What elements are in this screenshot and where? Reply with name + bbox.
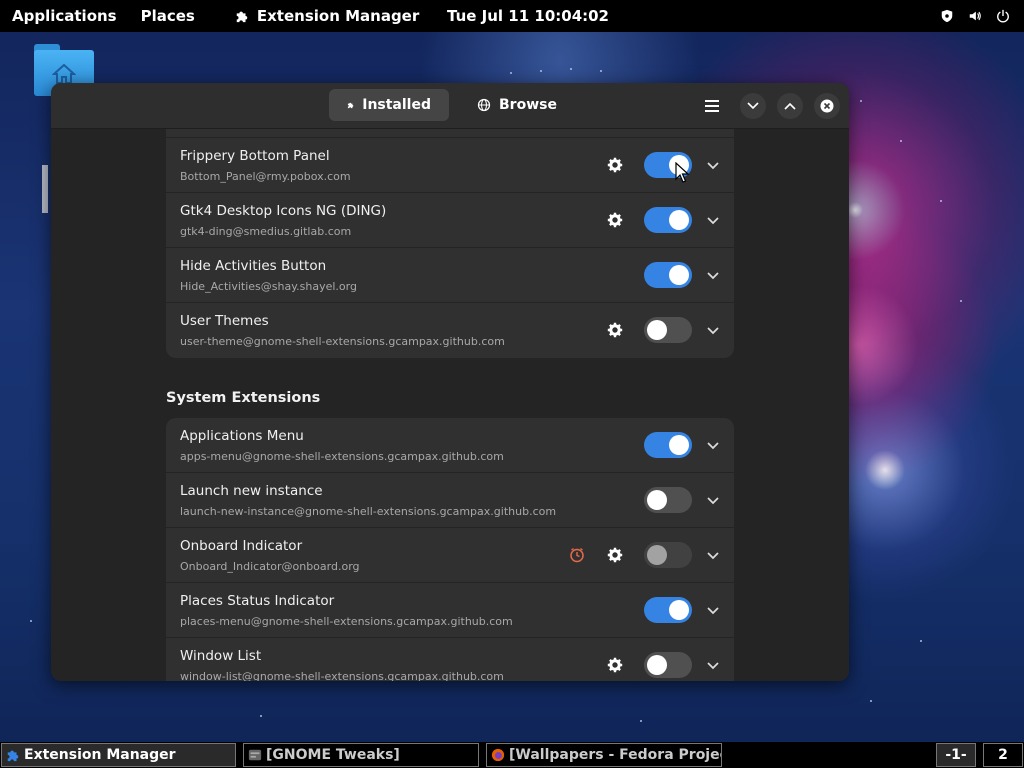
extension-row-ding[interactable]: Gtk4 Desktop Icons NG (DING) gtk4-ding@s… xyxy=(166,193,734,248)
extension-name: Launch new instance xyxy=(180,483,323,499)
app-menu-label: Extension Manager xyxy=(256,7,420,25)
chevron-down-icon[interactable] xyxy=(705,212,721,228)
minimize-button[interactable] xyxy=(740,93,766,119)
chevron-down-icon[interactable] xyxy=(705,437,721,453)
list-item xyxy=(166,129,734,138)
extension-uuid: launch-new-instance@gnome-shell-extensio… xyxy=(180,505,557,518)
task-label: [Wallpapers - Fedora Project ... xyxy=(509,747,721,763)
hamburger-menu-button[interactable] xyxy=(701,95,723,117)
extension-name: Gtk4 Desktop Icons NG (DING) xyxy=(180,203,387,219)
enable-toggle[interactable] xyxy=(644,597,692,623)
extension-uuid: Onboard_Indicator@onboard.org xyxy=(180,560,360,573)
task-label: [GNOME Tweaks] xyxy=(266,747,400,763)
extension-row-window-list[interactable]: Window List window-list@gnome-shell-exte… xyxy=(166,638,734,681)
extension-row-launch-new-instance[interactable]: Launch new instance launch-new-instance@… xyxy=(166,473,734,528)
globe-icon xyxy=(477,98,491,112)
task-firefox-wallpapers[interactable]: [Wallpapers - Fedora Project ... xyxy=(486,743,722,767)
extension-name: Onboard Indicator xyxy=(180,538,303,554)
extension-manager-window: Installed Browse Frippery Bottom Panel B… xyxy=(51,83,849,681)
user-extensions-list: Frippery Bottom Panel Bottom_Panel@rmy.p… xyxy=(166,129,734,358)
chevron-down-icon[interactable] xyxy=(705,547,721,563)
extension-uuid: apps-menu@gnome-shell-extensions.gcampax… xyxy=(180,450,504,463)
task-gnome-tweaks[interactable]: [GNOME Tweaks] xyxy=(243,743,479,767)
chevron-down-icon[interactable] xyxy=(705,157,721,173)
enable-toggle[interactable] xyxy=(644,262,692,288)
extension-row-onboard-indicator[interactable]: Onboard Indicator Onboard_Indicator@onbo… xyxy=(166,528,734,583)
gear-icon[interactable] xyxy=(607,212,623,228)
close-icon xyxy=(820,99,834,113)
extension-uuid: user-theme@gnome-shell-extensions.gcampa… xyxy=(180,335,505,348)
app-menu[interactable]: Extension Manager xyxy=(207,7,431,25)
extension-uuid: places-menu@gnome-shell-extensions.gcamp… xyxy=(180,615,513,628)
firefox-icon xyxy=(491,748,505,762)
extension-uuid: Hide_Activities@shay.shayel.org xyxy=(180,280,357,293)
desktop-item-icon[interactable] xyxy=(42,165,48,213)
chevron-up-icon xyxy=(784,102,796,110)
extension-name: Places Status Indicator xyxy=(180,593,335,609)
tab-browse[interactable]: Browse xyxy=(459,89,579,121)
extension-uuid: gtk4-ding@smedius.gitlab.com xyxy=(180,225,352,238)
hamburger-icon xyxy=(705,100,719,112)
power-icon[interactable] xyxy=(996,9,1010,23)
extension-name: Frippery Bottom Panel xyxy=(180,148,330,164)
close-button[interactable] xyxy=(814,93,840,119)
shield-icon[interactable] xyxy=(940,9,954,23)
workspace-2[interactable]: 2 xyxy=(983,743,1023,767)
top-bar: Applications Places Extension Manager Tu… xyxy=(0,0,1024,32)
outdated-warning-icon[interactable] xyxy=(569,547,585,563)
maximize-button[interactable] xyxy=(777,93,803,119)
tab-installed[interactable]: Installed xyxy=(329,89,449,121)
chevron-down-icon[interactable] xyxy=(705,492,721,508)
extension-uuid: Bottom_Panel@rmy.pobox.com xyxy=(180,170,351,183)
mouse-cursor-icon xyxy=(675,162,689,183)
extension-name: Applications Menu xyxy=(180,428,304,444)
extension-name: User Themes xyxy=(180,313,269,329)
gear-icon[interactable] xyxy=(607,657,623,673)
system-tray xyxy=(940,0,1010,32)
gear-icon[interactable] xyxy=(607,157,623,173)
places-menu[interactable]: Places xyxy=(129,7,207,25)
tweaks-icon xyxy=(248,749,262,761)
workspace-1[interactable]: -1- xyxy=(936,743,976,767)
enable-toggle[interactable] xyxy=(644,207,692,233)
extension-uuid: window-list@gnome-shell-extensions.gcamp… xyxy=(180,670,504,681)
extension-row-user-themes[interactable]: User Themes user-theme@gnome-shell-exten… xyxy=(166,303,734,358)
clock[interactable]: Tue Jul 11 10:04:02 xyxy=(447,0,609,32)
puzzle-icon xyxy=(347,102,354,109)
enable-toggle[interactable] xyxy=(644,542,692,568)
gear-icon[interactable] xyxy=(607,547,623,563)
task-extension-manager[interactable]: Extension Manager xyxy=(1,743,236,767)
bottom-taskbar: Extension Manager [GNOME Tweaks] [Wallpa… xyxy=(0,742,1024,768)
extension-name: Hide Activities Button xyxy=(180,258,327,274)
installed-extensions-list[interactable]: Frippery Bottom Panel Bottom_Panel@rmy.p… xyxy=(51,129,849,681)
chevron-down-icon[interactable] xyxy=(705,322,721,338)
tab-browse-label: Browse xyxy=(499,97,557,113)
puzzle-icon xyxy=(7,750,19,762)
volume-icon[interactable] xyxy=(968,9,982,23)
task-label: Extension Manager xyxy=(24,747,176,763)
header-bar: Installed Browse xyxy=(51,83,849,129)
extension-name: Window List xyxy=(180,648,262,664)
chevron-down-icon[interactable] xyxy=(705,602,721,618)
chevron-down-icon xyxy=(747,102,759,110)
chevron-down-icon[interactable] xyxy=(705,267,721,283)
system-extensions-heading: System Extensions xyxy=(166,390,321,406)
applications-menu[interactable]: Applications xyxy=(0,7,129,25)
enable-toggle[interactable] xyxy=(644,652,692,678)
system-extensions-list: Applications Menu apps-menu@gnome-shell-… xyxy=(166,418,734,681)
enable-toggle[interactable] xyxy=(644,317,692,343)
gear-icon[interactable] xyxy=(607,322,623,338)
tab-installed-label: Installed xyxy=(362,97,431,113)
enable-toggle[interactable] xyxy=(644,487,692,513)
extension-row-frippery-bottom-panel[interactable]: Frippery Bottom Panel Bottom_Panel@rmy.p… xyxy=(166,138,734,193)
extension-row-hide-activities[interactable]: Hide Activities Button Hide_Activities@s… xyxy=(166,248,734,303)
enable-toggle[interactable] xyxy=(644,432,692,458)
extension-row-places-status[interactable]: Places Status Indicator places-menu@gnom… xyxy=(166,583,734,638)
chevron-down-icon[interactable] xyxy=(705,657,721,673)
extension-row-apps-menu[interactable]: Applications Menu apps-menu@gnome-shell-… xyxy=(166,418,734,473)
puzzle-icon xyxy=(236,11,248,23)
